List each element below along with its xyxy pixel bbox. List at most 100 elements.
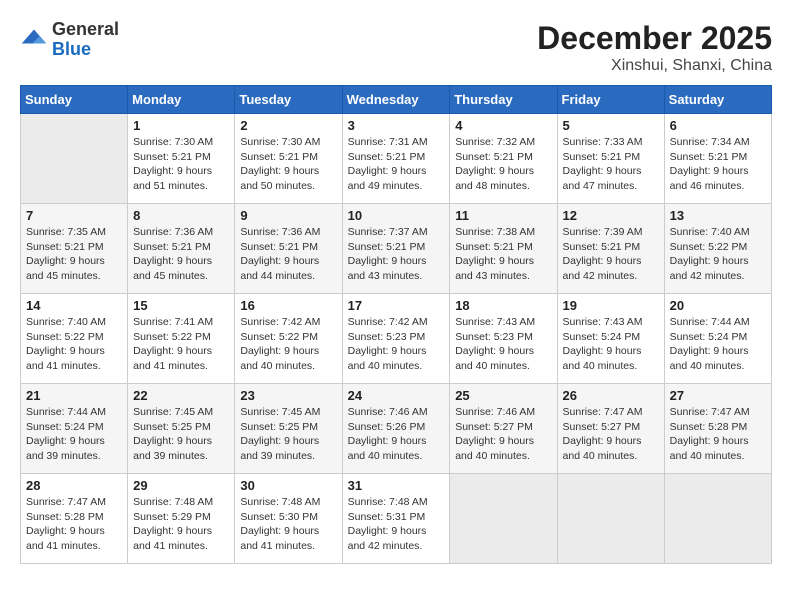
day-number: 4 [455,118,551,133]
calendar-cell: 29 Sunrise: 7:48 AMSunset: 5:29 PMDayligh… [128,474,235,564]
calendar-cell: 18 Sunrise: 7:43 AMSunset: 5:23 PMDayligh… [450,294,557,384]
cell-info: Sunrise: 7:48 AMSunset: 5:29 PMDaylight:… [133,495,229,554]
calendar-cell: 20 Sunrise: 7:44 AMSunset: 5:24 PMDayligh… [664,294,771,384]
day-number: 24 [348,388,445,403]
calendar-cell [664,474,771,564]
week-row-3: 14 Sunrise: 7:40 AMSunset: 5:22 PMDayligh… [21,294,772,384]
day-number: 29 [133,478,229,493]
cell-info: Sunrise: 7:43 AMSunset: 5:24 PMDaylight:… [563,315,659,374]
day-number: 18 [455,298,551,313]
calendar-cell: 6Sunrise: 7:34 AMSunset: 5:21 PMDaylight… [664,114,771,204]
calendar-cell [450,474,557,564]
cell-info: Sunrise: 7:36 AMSunset: 5:21 PMDaylight:… [240,225,336,284]
logo-blue: Blue [52,40,119,60]
cell-info: Sunrise: 7:47 AMSunset: 5:28 PMDaylight:… [26,495,122,554]
cell-info: Sunrise: 7:48 AMSunset: 5:30 PMDaylight:… [240,495,336,554]
calendar-cell: 1 Sunrise: 7:30 AMSunset: 5:21 PMDaylight… [128,114,235,204]
cell-info: Sunrise: 7:30 AMSunset: 5:21 PMDaylight:… [240,135,336,194]
day-number: 8 [133,208,229,223]
cell-info: Sunrise: 7:43 AMSunset: 5:23 PMDaylight:… [455,315,551,374]
day-number: 30 [240,478,336,493]
cell-info: Sunrise: 7:41 AMSunset: 5:22 PMDaylight:… [133,315,229,374]
cell-info: Sunrise: 7:33 AMSunset: 5:21 PMDaylight:… [563,135,659,194]
day-number: 23 [240,388,336,403]
day-number: 19 [563,298,659,313]
calendar-cell: 21 Sunrise: 7:44 AMSunset: 5:24 PMDayligh… [21,384,128,474]
cell-info: Sunrise: 7:36 AMSunset: 5:21 PMDaylight:… [133,225,229,284]
week-row-2: 7 Sunrise: 7:35 AMSunset: 5:21 PMDaylight… [21,204,772,294]
calendar-cell: 12 Sunrise: 7:39 AMSunset: 5:21 PMDayligh… [557,204,664,294]
title-block: December 2025 Xinshui, Shanxi, China [537,20,772,75]
day-number: 22 [133,388,229,403]
day-number: 10 [348,208,445,223]
calendar-cell: 7 Sunrise: 7:35 AMSunset: 5:21 PMDaylight… [21,204,128,294]
cell-info: Sunrise: 7:48 AMSunset: 5:31 PMDaylight:… [348,495,445,554]
calendar-cell: 17 Sunrise: 7:42 AMSunset: 5:23 PMDayligh… [342,294,450,384]
cell-info: Sunrise: 7:39 AMSunset: 5:21 PMDaylight:… [563,225,659,284]
calendar-cell: 25 Sunrise: 7:46 AMSunset: 5:27 PMDayligh… [450,384,557,474]
day-number: 21 [26,388,122,403]
week-row-5: 28 Sunrise: 7:47 AMSunset: 5:28 PMDayligh… [21,474,772,564]
calendar-cell: 22Sunrise: 7:45 AMSunset: 5:25 PMDayligh… [128,384,235,474]
cell-info: Sunrise: 7:44 AMSunset: 5:24 PMDaylight:… [670,315,766,374]
header-saturday: Saturday [664,86,771,114]
cell-info: Sunrise: 7:34 AMSunset: 5:21 PMDaylight:… [670,135,766,194]
day-number: 3 [348,118,445,133]
logo-icon [20,26,48,54]
header-tuesday: Tuesday [235,86,342,114]
day-number: 13 [670,208,766,223]
header-monday: Monday [128,86,235,114]
cell-info: Sunrise: 7:31 AMSunset: 5:21 PMDaylight:… [348,135,445,194]
day-number: 1 [133,118,229,133]
month-title: December 2025 [537,20,772,57]
calendar-cell: 27Sunrise: 7:47 AMSunset: 5:28 PMDayligh… [664,384,771,474]
day-number: 7 [26,208,122,223]
day-number: 9 [240,208,336,223]
cell-info: Sunrise: 7:38 AMSunset: 5:21 PMDaylight:… [455,225,551,284]
logo: General Blue [20,20,119,60]
header-wednesday: Wednesday [342,86,450,114]
calendar-cell [21,114,128,204]
calendar-cell: 16 Sunrise: 7:42 AMSunset: 5:22 PMDayligh… [235,294,342,384]
calendar-cell: 23 Sunrise: 7:45 AMSunset: 5:25 PMDayligh… [235,384,342,474]
days-header-row: SundayMondayTuesdayWednesdayThursdayFrid… [21,86,772,114]
cell-info: Sunrise: 7:44 AMSunset: 5:24 PMDaylight:… [26,405,122,464]
day-number: 27 [670,388,766,403]
cell-info: Sunrise: 7:42 AMSunset: 5:22 PMDaylight:… [240,315,336,374]
cell-info: Sunrise: 7:45 AMSunset: 5:25 PMDaylight:… [240,405,336,464]
calendar-cell: 3 Sunrise: 7:31 AMSunset: 5:21 PMDaylight… [342,114,450,204]
day-number: 17 [348,298,445,313]
cell-info: Sunrise: 7:35 AMSunset: 5:21 PMDaylight:… [26,225,122,284]
day-number: 31 [348,478,445,493]
calendar-cell: 2 Sunrise: 7:30 AMSunset: 5:21 PMDaylight… [235,114,342,204]
day-number: 16 [240,298,336,313]
day-number: 12 [563,208,659,223]
calendar-cell: 31 Sunrise: 7:48 AMSunset: 5:31 PMDayligh… [342,474,450,564]
day-number: 15 [133,298,229,313]
calendar-cell: 28 Sunrise: 7:47 AMSunset: 5:28 PMDayligh… [21,474,128,564]
calendar-cell: 11Sunrise: 7:38 AMSunset: 5:21 PMDayligh… [450,204,557,294]
day-number: 2 [240,118,336,133]
day-number: 25 [455,388,551,403]
day-number: 14 [26,298,122,313]
cell-info: Sunrise: 7:32 AMSunset: 5:21 PMDaylight:… [455,135,551,194]
calendar-cell: 5 Sunrise: 7:33 AMSunset: 5:21 PMDaylight… [557,114,664,204]
day-number: 20 [670,298,766,313]
day-number: 26 [563,388,659,403]
page-header: General Blue December 2025 Xinshui, Shan… [20,20,772,75]
cell-info: Sunrise: 7:42 AMSunset: 5:23 PMDaylight:… [348,315,445,374]
cell-info: Sunrise: 7:37 AMSunset: 5:21 PMDaylight:… [348,225,445,284]
cell-info: Sunrise: 7:46 AMSunset: 5:26 PMDaylight:… [348,405,445,464]
week-row-1: 1 Sunrise: 7:30 AMSunset: 5:21 PMDaylight… [21,114,772,204]
day-number: 28 [26,478,122,493]
cell-info: Sunrise: 7:40 AMSunset: 5:22 PMDaylight:… [26,315,122,374]
day-number: 5 [563,118,659,133]
cell-info: Sunrise: 7:46 AMSunset: 5:27 PMDaylight:… [455,405,551,464]
calendar-cell [557,474,664,564]
calendar-cell: 4 Sunrise: 7:32 AMSunset: 5:21 PMDaylight… [450,114,557,204]
location: Xinshui, Shanxi, China [537,57,772,75]
cell-info: Sunrise: 7:30 AMSunset: 5:21 PMDaylight:… [133,135,229,194]
calendar-cell: 10 Sunrise: 7:37 AMSunset: 5:21 PMDayligh… [342,204,450,294]
calendar-cell: 19 Sunrise: 7:43 AMSunset: 5:24 PMDayligh… [557,294,664,384]
cell-info: Sunrise: 7:40 AMSunset: 5:22 PMDaylight:… [670,225,766,284]
